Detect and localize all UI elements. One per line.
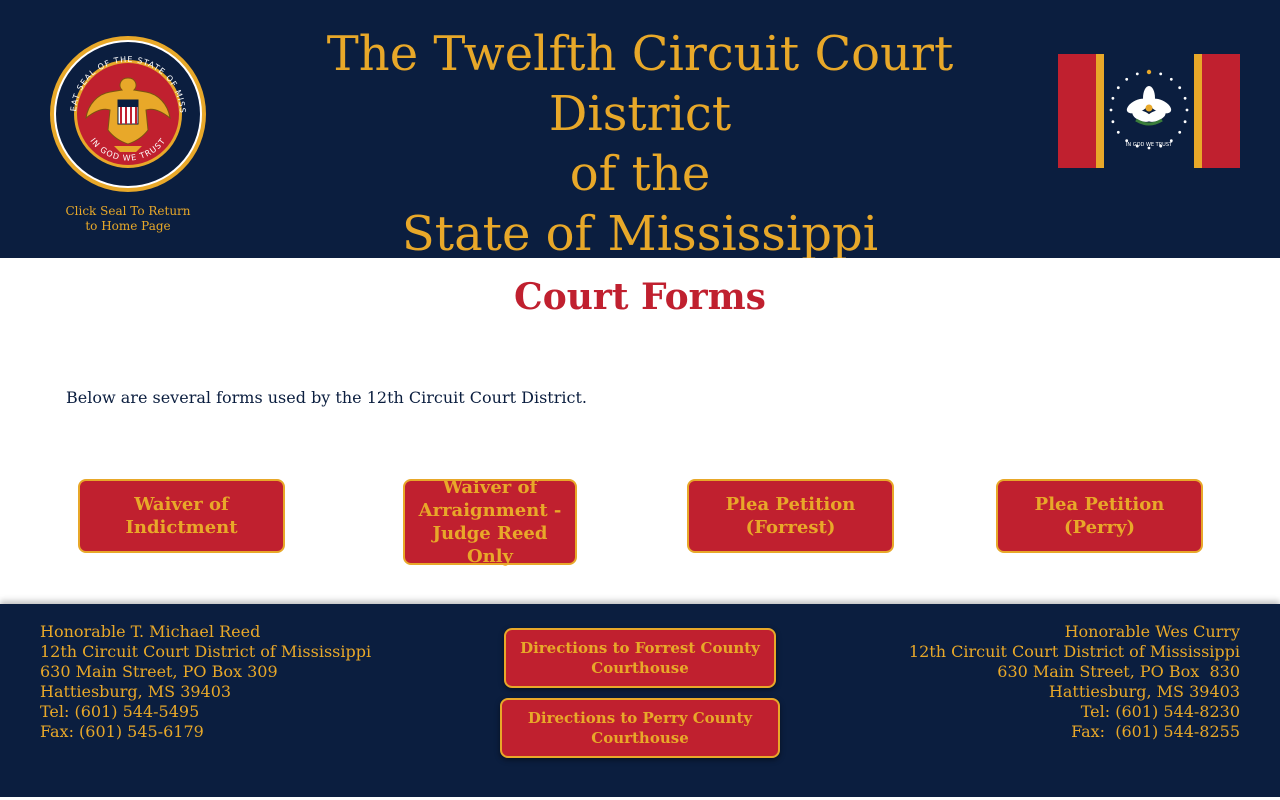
flag-star (1109, 108, 1113, 112)
intro-text: Below are several forms used by the 12th… (66, 388, 587, 407)
site-title-line-3: State of Mississippi (401, 206, 879, 262)
flag-star (1135, 72, 1139, 76)
contact-org: 12th Circuit Court District of Mississip… (40, 642, 372, 661)
seal-caption[interactable]: Click Seal To Return to Home Page (48, 204, 208, 234)
contact-fax: Fax: (601) 545-6179 (40, 722, 204, 741)
form-button-plea-petition-perry[interactable]: Plea Petition (Perry) (996, 479, 1203, 553)
flag-star (1111, 96, 1115, 100)
site-title-line-1: The Twelfth Circuit Court District (326, 26, 954, 142)
site-title: The Twelfth Circuit Court District of th… (240, 24, 1040, 264)
contact-tel: Tel: (601) 544-5495 (40, 702, 200, 721)
flag-star (1178, 86, 1182, 90)
contact-address: 630 Main Street, PO Box 309 (40, 662, 278, 681)
flag-star (1116, 86, 1120, 90)
form-button-waiver-of-arraignment[interactable]: Waiver of Arraignment - Judge Reed Only (403, 477, 577, 567)
flag-star (1125, 77, 1129, 81)
page-title: Court Forms (514, 276, 766, 318)
site-footer: Honorable T. Michael Reed 12th Circuit C… (0, 604, 1280, 797)
contact-address: 630 Main Street, PO Box 830 (997, 662, 1240, 681)
main-content: Court Forms Below are several forms used… (0, 258, 1280, 604)
contact-tel: Tel: (601) 544-8230 (1080, 702, 1240, 721)
directions-forrest-button[interactable]: Directions to Forrest County Courthouse (504, 628, 776, 688)
mississippi-flag-icon: IN GOD WE TRUST (1058, 54, 1240, 168)
flag-star (1116, 130, 1120, 134)
flag-motto: IN GOD WE TRUST (1126, 142, 1173, 148)
site-title-line-2: of the (569, 146, 711, 202)
contact-reed: Honorable T. Michael Reed 12th Circuit C… (40, 622, 371, 742)
flag-star (1183, 120, 1187, 124)
state-seal-icon[interactable]: THE GREAT SEAL OF THE STATE OF MISSISSIP… (48, 34, 208, 194)
seal-caption-line-1: Click Seal To Return (65, 204, 191, 218)
flag-star (1146, 69, 1152, 75)
flag-star (1185, 108, 1189, 112)
directions-perry-button[interactable]: Directions to Perry County Courthouse (500, 698, 780, 758)
contact-city: Hattiesburg, MS 39403 (40, 682, 232, 701)
contact-name: Honorable Wes Curry (1064, 622, 1240, 641)
flag-star (1183, 96, 1187, 100)
site-header: THE GREAT SEAL OF THE STATE OF MISSISSIP… (0, 0, 1280, 262)
home-seal-link[interactable]: THE GREAT SEAL OF THE STATE OF MISSISSIP… (48, 34, 208, 234)
contact-name: Honorable T. Michael Reed (40, 622, 261, 641)
form-button-waiver-of-indictment[interactable]: Waiver of Indictment (78, 479, 285, 553)
seal-caption-line-2: to Home Page (85, 219, 171, 233)
contact-curry: Honorable Wes Curry 12th Circuit Court D… (909, 622, 1240, 742)
contact-city: Hattiesburg, MS 39403 (1048, 682, 1240, 701)
flag-star (1111, 120, 1115, 124)
flag-star (1159, 72, 1163, 76)
flag-star (1169, 77, 1173, 81)
flag-star (1178, 130, 1182, 134)
form-button-plea-petition-forrest[interactable]: Plea Petition (Forrest) (687, 479, 894, 553)
contact-fax: Fax: (601) 544-8255 (1071, 722, 1240, 741)
contact-org: 12th Circuit Court District of Mississip… (908, 642, 1240, 661)
